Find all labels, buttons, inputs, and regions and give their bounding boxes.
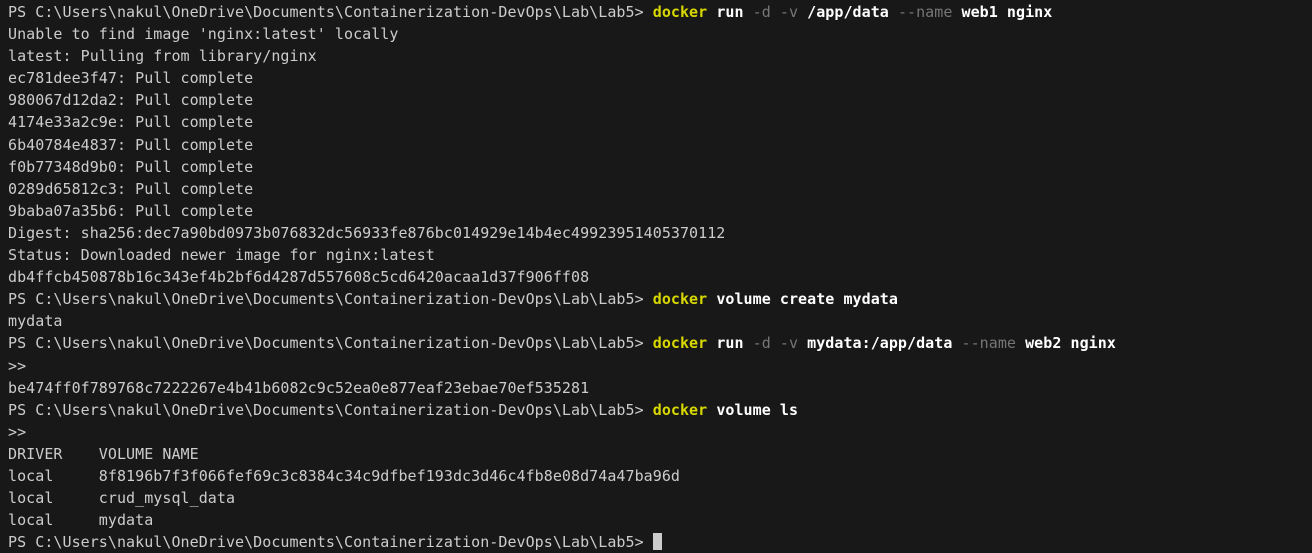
terminal-text-segment: PS C:\Users\nakul\OneDrive\Documents\Con… [8, 3, 653, 21]
terminal-text-segment: volume create mydata [707, 290, 898, 309]
terminal-line: local mydata [8, 509, 1308, 531]
terminal-line: local crud_mysql_data [8, 487, 1308, 509]
terminal-line: PS C:\Users\nakul\OneDrive\Documents\Con… [8, 399, 1308, 421]
terminal-text-segment: db4ffcb450878b16c343ef4b2bf6d4287d557608… [8, 268, 590, 287]
terminal-line: local 8f8196b7f3f066fef69c3c8384c34c9dfb… [8, 465, 1308, 487]
terminal-text-segment: mydata [8, 312, 63, 331]
terminal-line: PS C:\Users\nakul\OneDrive\Documents\Con… [8, 332, 1308, 354]
terminal-text-segment: local mydata [8, 511, 154, 530]
terminal-text-segment: 9baba07a35b6: Pull complete [8, 201, 254, 220]
terminal-text-segment: PS C:\Users\nakul\OneDrive\Documents\Con… [8, 334, 653, 353]
terminal-line: f0b77348d9b0: Pull complete [8, 156, 1308, 178]
terminal-text-segment: run [707, 334, 753, 353]
terminal-text-segment: latest: Pulling from library/nginx [8, 47, 317, 66]
terminal-line: >> [8, 421, 1308, 443]
terminal-text-segment: PS C:\Users\nakul\OneDrive\Documents\Con… [8, 290, 653, 309]
terminal-text-segment: ec781dee3f47: Pull complete [8, 69, 254, 88]
terminal-line: latest: Pulling from library/nginx [8, 45, 1308, 67]
terminal-window[interactable]: PS C:\Users\nakul\OneDrive\Documents\Con… [0, 0, 1312, 553]
terminal-text-segment: -d -v [752, 334, 799, 353]
terminal-text-segment: >> [8, 356, 27, 375]
terminal-line: 980067d12da2: Pull complete [8, 89, 1308, 111]
terminal-text-segment: --name [897, 3, 953, 21]
terminal-line: db4ffcb450878b16c343ef4b2bf6d4287d557608… [8, 266, 1308, 288]
terminal-text-segment: f0b77348d9b0: Pull complete [8, 157, 254, 176]
terminal-text-segment: mydata:/app/data [798, 334, 962, 353]
terminal-line: PS C:\Users\nakul\OneDrive\Documents\Con… [8, 531, 1308, 553]
terminal-text-segment: local 8f8196b7f3f066fef69c3c8384c34c9dfb… [8, 466, 680, 485]
terminal-line: ec781dee3f47: Pull complete [8, 67, 1308, 89]
terminal-line: 4174e33a2c9e: Pull complete [8, 111, 1308, 133]
terminal-text-segment: web2 nginx [1016, 334, 1116, 353]
terminal-line: mydata [8, 310, 1308, 332]
terminal-text-segment: run [707, 3, 753, 21]
terminal-text-segment: docker [652, 334, 708, 353]
terminal-text-segment: docker [652, 3, 708, 21]
terminal-text-segment: 6b40784e4837: Pull complete [8, 135, 254, 154]
terminal-line: DRIVER VOLUME NAME [8, 443, 1308, 465]
terminal-output: PS C:\Users\nakul\OneDrive\Documents\Con… [8, 1, 1308, 553]
terminal-text-segment: PS C:\Users\nakul\OneDrive\Documents\Con… [8, 533, 653, 552]
terminal-text-segment: --name [961, 334, 1017, 353]
terminal-text-segment: volume ls [707, 400, 799, 419]
terminal-line: Digest: sha256:dec7a90bd0973b076832dc569… [8, 222, 1308, 244]
terminal-text-segment: docker [652, 290, 708, 309]
terminal-text-segment: >> [8, 422, 27, 441]
terminal-text-segment: 980067d12da2: Pull complete [8, 91, 254, 110]
terminal-cursor [652, 533, 662, 551]
terminal-text-segment: /app/data [798, 3, 898, 21]
terminal-text-segment: 0289d65812c3: Pull complete [8, 179, 254, 198]
terminal-line: 9baba07a35b6: Pull complete [8, 200, 1308, 222]
terminal-text-segment: web1 nginx [952, 3, 1053, 21]
terminal-text-segment: Status: Downloaded newer image for nginx… [8, 246, 435, 265]
terminal-line: >> [8, 355, 1308, 377]
terminal-line: 6b40784e4837: Pull complete [8, 134, 1308, 156]
terminal-line: Unable to find image 'nginx:latest' loca… [8, 23, 1308, 45]
terminal-line: PS C:\Users\nakul\OneDrive\Documents\Con… [8, 288, 1308, 310]
terminal-text-segment: 4174e33a2c9e: Pull complete [8, 113, 254, 132]
terminal-text-segment: DRIVER VOLUME NAME [8, 444, 199, 463]
terminal-text-segment: -d -v [752, 3, 799, 21]
terminal-text-segment: docker [652, 400, 708, 419]
terminal-text-segment: local crud_mysql_data [8, 489, 236, 508]
terminal-text-segment: Digest: sha256:dec7a90bd0973b076832dc569… [8, 223, 726, 242]
terminal-text-segment: PS C:\Users\nakul\OneDrive\Documents\Con… [8, 400, 653, 419]
terminal-line: PS C:\Users\nakul\OneDrive\Documents\Con… [8, 1, 1308, 23]
terminal-line: Status: Downloaded newer image for nginx… [8, 244, 1308, 266]
terminal-line: be474ff0f789768c7222267e4b41b6082c9c52ea… [8, 377, 1308, 399]
terminal-text-segment: Unable to find image 'nginx:latest' loca… [8, 25, 399, 44]
terminal-text-segment: be474ff0f789768c7222267e4b41b6082c9c52ea… [8, 378, 590, 397]
terminal-line: 0289d65812c3: Pull complete [8, 178, 1308, 200]
